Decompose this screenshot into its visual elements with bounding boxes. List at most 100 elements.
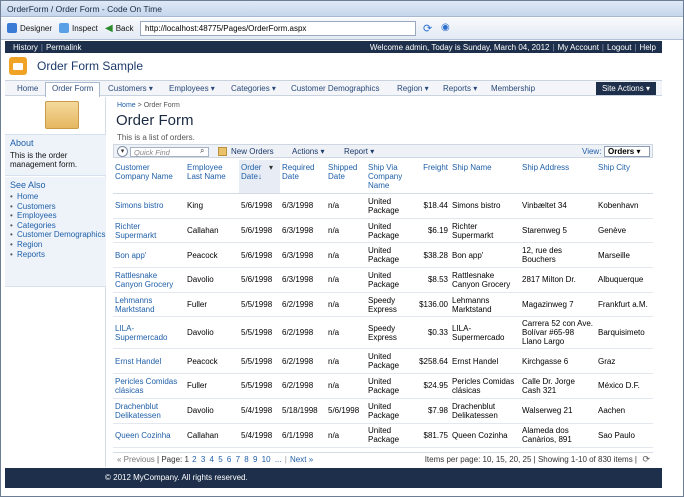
items-per-page[interactable]: Items per page: 10, 15, 20, 25 | Showing… <box>425 455 637 464</box>
see-also-customers[interactable]: Customers <box>10 202 105 212</box>
page-8[interactable]: 8 <box>244 455 248 464</box>
page-2[interactable]: 2 <box>192 455 196 464</box>
about-box: About This is the order management form. <box>5 134 106 176</box>
view-selector[interactable]: Orders ▾ <box>604 146 650 157</box>
cell-ship-address: Vinbæltet 34 <box>520 193 596 219</box>
page-7[interactable]: 7 <box>236 455 240 464</box>
permalink-link[interactable]: Permalink <box>46 43 82 52</box>
menu-item-home[interactable]: Home <box>11 83 44 96</box>
cell-order-date: 5/6/1998 <box>239 193 280 219</box>
table-row[interactable]: Bon app' Peacock 5/6/1998 6/3/1998 n/a United… <box>113 242 653 269</box>
menu-item-order-form[interactable]: Order Form <box>45 82 101 97</box>
window-title: OrderForm / Order Form - Code On Time <box>7 4 162 14</box>
cell-customer-company-name[interactable]: Richter Supermarkt <box>113 218 185 244</box>
inspect-button[interactable]: Inspect <box>59 23 98 33</box>
cell-employee-last-name: Davolio <box>185 316 239 350</box>
help-link[interactable]: Help <box>640 43 656 52</box>
cell-customer-company-name[interactable]: Lehmanns Marktstand <box>113 292 185 318</box>
see-also-home[interactable]: Home <box>10 192 105 202</box>
table-row[interactable]: LILA-Supermercado Davolio 5/5/1998 6/2/1998… <box>113 316 653 350</box>
back-button[interactable]: ◀ Back <box>105 23 134 34</box>
pager-pages: « Previous | Page: 1 2 3 4 5 6 7 8 9 10 … <box>117 455 314 464</box>
header-ship-name[interactable]: Ship Name <box>450 160 520 194</box>
about-text: This is the order management form. <box>10 151 78 169</box>
menu-item-employees[interactable]: Employees ▾ <box>163 83 221 96</box>
cell-customer-company-name[interactable]: LILA-Supermercado <box>113 316 185 350</box>
see-also-region[interactable]: Region <box>10 240 105 250</box>
report-button[interactable]: Report ▾ <box>344 147 374 156</box>
cell-customer-company-name[interactable]: Bon app' <box>113 242 185 269</box>
quick-find-input[interactable]: Quick Find <box>130 147 209 157</box>
sidebar: About This is the order management form.… <box>5 97 106 467</box>
see-also-categories[interactable]: Categories <box>10 221 105 231</box>
header-ship-via-company-name[interactable]: Ship Via Company Name <box>366 160 410 194</box>
header-customer-company-name[interactable]: Customer Company Name <box>113 160 185 194</box>
header-freight[interactable]: Freight <box>410 160 450 194</box>
orders-grid: Customer Company Name Employee Last Name… <box>113 160 653 449</box>
page-4[interactable]: 4 <box>210 455 214 464</box>
designer-button[interactable]: Designer <box>7 23 52 33</box>
see-also-customer-demographics[interactable]: Customer Demographics <box>10 230 105 240</box>
cell-customer-company-name[interactable]: Rattlesnake Canyon Grocery <box>113 267 185 293</box>
actions-button[interactable]: Actions ▾ <box>292 147 324 156</box>
cell-customer-company-name[interactable]: Ernst Handel <box>113 348 185 375</box>
cell-ship-city: Frankfurt a.M. <box>596 292 653 318</box>
page-6[interactable]: 6 <box>227 455 231 464</box>
filter-dropdown-icon[interactable]: ▾ <box>269 163 273 172</box>
cell-ship-via-company-name: United Package <box>366 373 410 399</box>
menu-item-region[interactable]: Region ▾ <box>391 83 435 96</box>
page-3[interactable]: 3 <box>201 455 205 464</box>
page-9[interactable]: 9 <box>253 455 257 464</box>
breadcrumb-home[interactable]: Home <box>117 102 136 109</box>
next-link[interactable]: Next » <box>290 455 313 464</box>
header-employee-last-name[interactable]: Employee Last Name <box>185 160 239 194</box>
cell-customer-company-name[interactable]: Drachenblut Delikatessen <box>113 398 185 424</box>
address-bar[interactable]: http://localhost:48775/Pages/OrderForm.a… <box>140 21 416 36</box>
header-ship-city[interactable]: Ship City <box>596 160 653 194</box>
menu-item-customer-demographics[interactable]: Customer Demographics <box>285 83 385 96</box>
site-actions-button[interactable]: Site Actions ▾ <box>595 82 656 95</box>
table-row[interactable]: Pericles Comidas clásicas Fuller 5/5/1998 6… <box>113 373 653 399</box>
collapse-icon[interactable]: ▾ <box>117 146 128 157</box>
my-account-link[interactable]: My Account <box>558 43 599 52</box>
header-order-date-dropdown[interactable]: ▾ <box>267 160 280 194</box>
page-more[interactable]: ... <box>275 455 282 464</box>
browser-toolbar: Designer Inspect ◀ Back http://localhost:… <box>1 18 683 40</box>
menu-item-reports[interactable]: Reports ▾ <box>437 83 483 96</box>
grid-body: Simons bistro King 5/6/1998 6/3/1998 n/a Unit… <box>113 193 653 449</box>
see-also-reports[interactable]: Reports <box>10 250 105 260</box>
refresh-grid-icon[interactable]: ⟳ <box>642 454 650 465</box>
cell-freight: $258.64 <box>410 348 450 375</box>
new-orders-icon <box>218 147 227 156</box>
search-icon[interactable]: ⌕ <box>200 146 204 156</box>
cell-ship-via-company-name: United Package <box>366 218 410 244</box>
page-5[interactable]: 5 <box>218 455 222 464</box>
refresh-icon[interactable]: ⟳ <box>423 22 432 35</box>
cell-customer-company-name[interactable]: Simons bistro <box>113 193 185 219</box>
cell-ship-name: Bon app' <box>450 242 520 269</box>
cell-customer-company-name[interactable]: Pericles Comidas clásicas <box>113 373 185 399</box>
cell-customer-company-name[interactable]: Queen Cozinha <box>113 423 185 449</box>
table-row[interactable]: Ernst Handel Peacock 5/5/1998 6/2/1998 n/a Un… <box>113 348 653 375</box>
table-row[interactable]: Rattlesnake Canyon Grocery Davolio 5/6/199… <box>113 267 653 293</box>
table-row[interactable]: Lehmanns Marktstand Fuller 5/5/1998 6/2/199… <box>113 292 653 318</box>
table-row[interactable]: Richter Supermarkt Callahan 5/6/1998 6/3/19… <box>113 218 653 244</box>
table-row[interactable]: Drachenblut Delikatessen Davolio 5/4/1998 5… <box>113 398 653 424</box>
header-order-date[interactable]: Order Date↓ <box>239 160 267 194</box>
header-ship-address[interactable]: Ship Address <box>520 160 596 194</box>
see-also-employees[interactable]: Employees <box>10 211 105 221</box>
header-required-date[interactable]: Required Date <box>280 160 326 194</box>
cell-order-date: 5/4/1998 <box>239 423 280 449</box>
new-orders-button[interactable]: New Orders <box>231 147 274 156</box>
header-shipped-date[interactable]: Shipped Date <box>326 160 366 194</box>
table-row[interactable]: Simons bistro King 5/6/1998 6/3/1998 n/a Unit… <box>113 193 653 219</box>
history-link[interactable]: History <box>13 43 38 52</box>
cell-order-date: 5/5/1998 <box>239 373 280 399</box>
page-10[interactable]: 10 <box>262 455 271 464</box>
menu-item-categories[interactable]: Categories ▾ <box>225 83 282 96</box>
cell-ship-via-company-name: United Package <box>366 242 410 269</box>
menu-item-membership[interactable]: Membership <box>485 83 541 96</box>
menu-item-customers[interactable]: Customers ▾ <box>102 83 159 96</box>
logout-link[interactable]: Logout <box>607 43 631 52</box>
table-row[interactable]: Queen Cozinha Callahan 5/4/1998 6/1/1998 n/a… <box>113 423 653 449</box>
